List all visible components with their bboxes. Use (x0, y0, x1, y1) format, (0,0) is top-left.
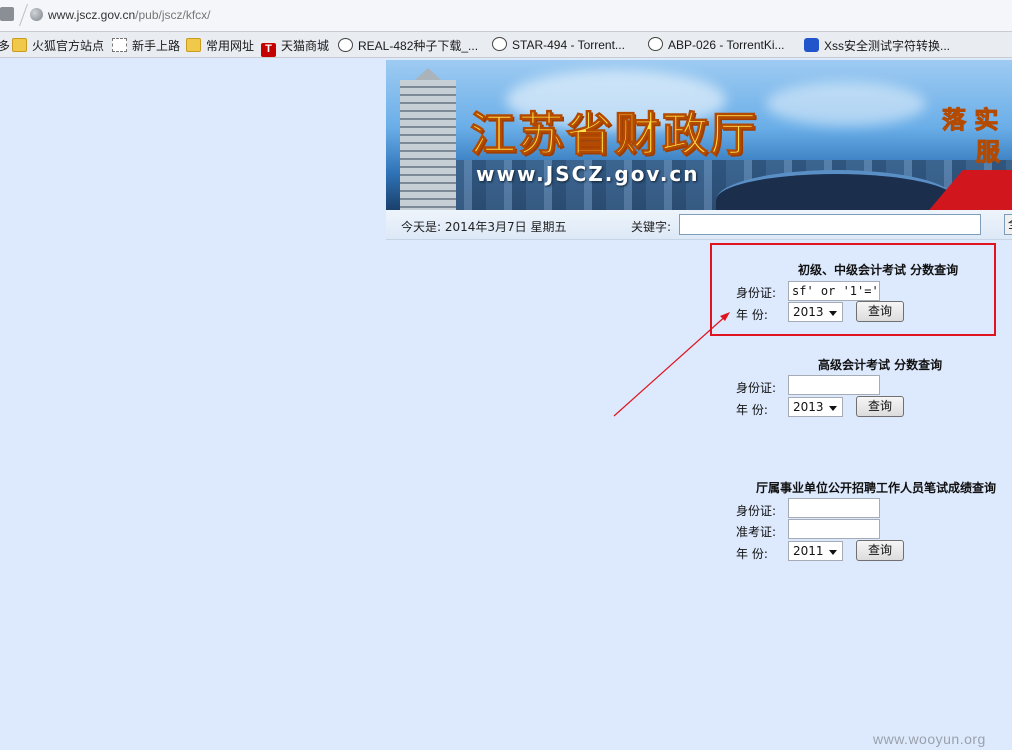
date-search-bar: 今天是: 2014年3月7日 星期五 关键字: 全 (386, 210, 1012, 240)
bookmark-tmall[interactable]: T 天猫商城 (261, 37, 329, 57)
panel2-title: 高级会计考试 分数查询 (818, 358, 943, 372)
address-bar[interactable]: www.jscz.gov.cn/pub/jscz/kfcx/ (0, 0, 1012, 32)
panel3-exam-input[interactable] (788, 519, 880, 539)
bookmark-abp-026[interactable]: ABP-026 - TorrentKi... (648, 37, 785, 54)
kitty-icon (648, 37, 663, 51)
site-banner: 江苏省财政厅 www.JSCZ.gov.cn 落 实 服 (386, 60, 1012, 210)
bookmark-firefox-site[interactable]: 火狐官方站点 (12, 37, 104, 54)
paw-icon (804, 38, 819, 52)
keyword-input[interactable] (679, 214, 981, 235)
keyword-label: 关键字: (631, 220, 672, 234)
panel3-year-select[interactable]: 2011 (788, 541, 843, 561)
banner-site-url: www.JSCZ.gov.cn (476, 162, 700, 186)
panel2-id-input[interactable] (788, 375, 880, 395)
banner-tower (400, 80, 456, 210)
page-icon (112, 38, 127, 52)
keyword-search-button[interactable]: 全 (1004, 214, 1012, 235)
url-host: www.jscz.gov.cn (48, 8, 136, 22)
panel3-title: 厅属事业单位公开招聘工作人员笔试成绩查询 (756, 481, 997, 495)
banner-title: 江苏省财政厅 (470, 107, 758, 162)
kitty-icon (338, 38, 353, 52)
url-path: /pub/jscz/kfcx/ (135, 8, 211, 22)
banner-cloud (766, 82, 926, 126)
banner-slogan-line1: 落 实 (941, 105, 999, 135)
url-text[interactable]: www.jscz.gov.cn/pub/jscz/kfcx/ (48, 8, 211, 22)
bookmark-xss-converter[interactable]: Xss安全测试字符转换... (804, 37, 950, 54)
tmall-icon: T (261, 43, 276, 57)
panel3-year-label: 年 份: (736, 547, 768, 561)
folder-icon (186, 38, 201, 52)
panel3-id-label: 身份证: (736, 504, 777, 518)
folder-icon (12, 38, 27, 52)
bookmarks-bar: 多 火狐官方站点 新手上路 常用网址 T天猫商城 REAL-482种子下载_..… (0, 32, 1012, 58)
bookmark-getting-started[interactable]: 新手上路 (112, 37, 180, 54)
current-date: 今天是: 2014年3月7日 星期五 (401, 220, 567, 234)
panel2-year-select[interactable]: 2013 (788, 397, 843, 417)
banner-slogan-line2: 服 (976, 137, 1001, 167)
watermark: www.wooyun.org (873, 731, 986, 747)
kitty-icon (492, 37, 507, 51)
panel3-id-input[interactable] (788, 498, 880, 518)
panel2-id-label: 身份证: (736, 381, 777, 395)
panel2-year-label: 年 份: (736, 403, 768, 417)
bookmark-common-sites[interactable]: 常用网址 (186, 37, 254, 54)
chevron-down-icon (829, 406, 837, 411)
panel3-exam-label: 准考证: (736, 525, 777, 539)
bookmark-overflow[interactable]: 多 (0, 37, 10, 54)
highlight-box (710, 243, 996, 336)
chevron-down-icon (829, 550, 837, 555)
panel2-query-button[interactable]: 查询 (856, 396, 904, 417)
globe-icon (30, 8, 43, 21)
panel3-query-button[interactable]: 查询 (856, 540, 904, 561)
bookmark-real-482[interactable]: REAL-482种子下载_... (338, 37, 478, 54)
bookmark-star-494[interactable]: STAR-494 - Torrent... (492, 37, 625, 54)
